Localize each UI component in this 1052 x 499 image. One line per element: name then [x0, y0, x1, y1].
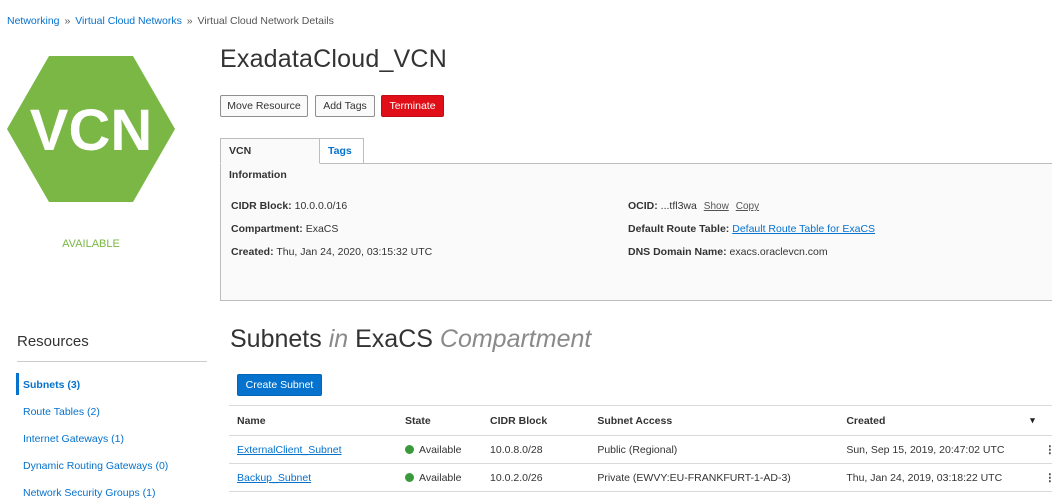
breadcrumb-separator: » — [186, 15, 193, 27]
col-header-name[interactable]: Name — [229, 405, 398, 436]
breadcrumb-separator: » — [64, 15, 71, 27]
move-resource-button[interactable]: Move Resource — [220, 95, 308, 117]
sidebar-item-route-tables[interactable]: Route Tables (2) — [23, 406, 100, 418]
sidebar-item-internet-gateways[interactable]: Internet Gateways (1) — [23, 433, 124, 445]
breadcrumb-networking[interactable]: Networking — [7, 15, 60, 27]
subnet-access: Private (EWVY:EU-FRANKFURT-1-AD-3) — [589, 463, 839, 492]
created-label: Created: — [231, 246, 274, 258]
breadcrumb-vcns[interactable]: Virtual Cloud Networks — [75, 15, 182, 27]
ocid-row: OCID: ...tfl3wa Show Copy — [628, 200, 759, 212]
sidebar-item-subnets[interactable]: Subnets (3) — [23, 379, 80, 391]
subnet-created: Sun, Sep 15, 2019, 20:47:02 UTC — [838, 435, 1041, 464]
subnets-title-compartment: ExaCS — [355, 325, 433, 353]
tab-vcn-information[interactable]: VCN Information — [220, 138, 320, 181]
default-route-row: Default Route Table: Default Route Table… — [628, 223, 875, 235]
subnets-title-main: Subnets — [230, 325, 322, 353]
status-dot-icon — [405, 472, 415, 482]
subnets-title-suffix: Compartment — [439, 325, 592, 353]
dns-row: DNS Domain Name: exacs.oraclevcn.com — [628, 246, 828, 258]
sidebar-item-network-security-groups[interactable]: Network Security Groups (1) — [23, 487, 155, 499]
breadcrumb: Networking » Virtual Cloud Networks » Vi… — [7, 15, 334, 27]
active-indicator — [16, 373, 19, 395]
divider — [17, 361, 207, 362]
vcn-info-panel: CIDR Block: 10.0.0.0/16 Compartment: Exa… — [220, 163, 1052, 301]
cidr-block-row: CIDR Block: 10.0.0.0/16 — [231, 200, 347, 212]
kebab-menu-icon[interactable]: ⋮ — [1040, 435, 1052, 464]
compartment-row: Compartment: ExaCS — [231, 223, 338, 235]
compartment-value: ExaCS — [305, 223, 339, 235]
page-title: ExadataCloud_VCN — [220, 45, 447, 73]
subnet-created: Thu, Jan 24, 2019, 03:18:22 UTC — [838, 463, 1041, 492]
col-header-subnet-access[interactable]: Subnet Access — [589, 405, 839, 436]
subnets-title-in: in — [328, 325, 349, 353]
subnet-cidr: 10.0.8.0/28 — [482, 435, 590, 464]
route-label: Default Route Table: — [628, 223, 730, 235]
add-tags-button[interactable]: Add Tags — [315, 95, 375, 117]
col-header-created[interactable]: Created ▾ — [838, 405, 1041, 436]
vcn-icon-text: VCN — [30, 98, 152, 163]
dns-label: DNS Domain Name: — [628, 246, 727, 258]
subnet-name-cell: Backup_Subnet — [229, 463, 398, 492]
subnet-state: Available — [419, 471, 462, 484]
subnets-heading: Subnets in ExaCS Compartment — [230, 325, 591, 354]
created-value: Thu, Jan 24, 2020, 03:15:32 UTC — [276, 246, 433, 258]
create-subnet-button[interactable]: Create Subnet — [237, 374, 322, 396]
tab-tags[interactable]: Tags — [320, 138, 364, 164]
terminate-button[interactable]: Terminate — [381, 95, 444, 117]
ocid-value: ...tfl3wa — [660, 200, 697, 212]
kebab-menu-icon[interactable]: ⋮ — [1040, 463, 1052, 492]
subnets-table: Name State CIDR Block Subnet Access Crea… — [229, 405, 1052, 492]
dns-value: exacs.oraclevcn.com — [729, 246, 828, 258]
table-header-row: Name State CIDR Block Subnet Access Crea… — [229, 405, 1052, 436]
subnet-access: Public (Regional) — [589, 435, 839, 464]
created-row: Created: Thu, Jan 24, 2020, 03:15:32 UTC — [231, 246, 432, 258]
ocid-copy-link[interactable]: Copy — [736, 201, 759, 212]
subnet-state-cell: Available — [397, 435, 483, 464]
sort-down-icon[interactable]: ▾ — [1030, 415, 1035, 426]
status-dot-icon — [405, 444, 415, 454]
vcn-hexagon-icon: VCN — [7, 56, 175, 202]
col-header-cidr[interactable]: CIDR Block — [482, 405, 590, 436]
status-badge: AVAILABLE — [62, 238, 120, 250]
cidr-value: 10.0.0.0/16 — [294, 200, 348, 212]
sidebar-item-dynamic-routing-gateways[interactable]: Dynamic Routing Gateways (0) — [23, 460, 168, 472]
table-row: Backup_Subnet Available 10.0.2.0/26 Priv… — [229, 463, 1052, 492]
cidr-label: CIDR Block: — [231, 200, 292, 212]
resources-heading: Resources — [17, 333, 89, 350]
breadcrumb-current: Virtual Cloud Network Details — [197, 15, 334, 27]
subnet-name-cell: ExternalClient_Subnet — [229, 435, 398, 464]
subnet-name-link[interactable]: ExternalClient_Subnet — [237, 444, 341, 456]
col-header-actions — [1040, 405, 1052, 436]
ocid-label: OCID: — [628, 200, 658, 212]
default-route-table-link[interactable]: Default Route Table for ExaCS — [732, 223, 875, 235]
compartment-label: Compartment: — [231, 223, 303, 235]
subnet-name-link[interactable]: Backup_Subnet — [237, 472, 311, 484]
subnet-state: Available — [419, 443, 462, 456]
subnet-cidr: 10.0.2.0/26 — [482, 463, 590, 492]
table-row: ExternalClient_Subnet Available 10.0.8.0… — [229, 435, 1052, 464]
ocid-show-link[interactable]: Show — [704, 201, 729, 212]
col-header-created-label: Created — [846, 414, 886, 427]
col-header-state[interactable]: State — [397, 405, 483, 436]
subnet-state-cell: Available — [397, 463, 483, 492]
